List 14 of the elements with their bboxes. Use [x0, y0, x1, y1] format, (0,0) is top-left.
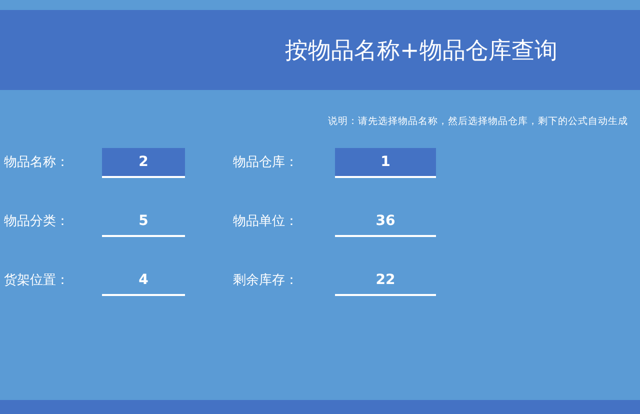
value-field: 4 [102, 266, 185, 296]
field-label: 剩余库存： [233, 272, 299, 290]
value-field: 22 [335, 266, 436, 296]
field-label: 物品单位： [233, 214, 299, 230]
field-label: 货架位置： [4, 272, 70, 290]
field-label: 物品仓库： [233, 154, 299, 172]
value-field: 36 [335, 207, 436, 237]
instruction-note: 说明：请先选择物品名称，然后选择物品仓库，剩下的公式自动生成 [327, 115, 629, 128]
select-field[interactable]: 2 [102, 148, 185, 178]
value-field: 5 [102, 207, 185, 237]
page-title: 按物品名称+物品仓库查询 [285, 36, 558, 66]
field-label: 物品名称： [4, 154, 70, 172]
select-field[interactable]: 1 [335, 148, 436, 178]
field-label: 物品分类： [4, 214, 70, 230]
